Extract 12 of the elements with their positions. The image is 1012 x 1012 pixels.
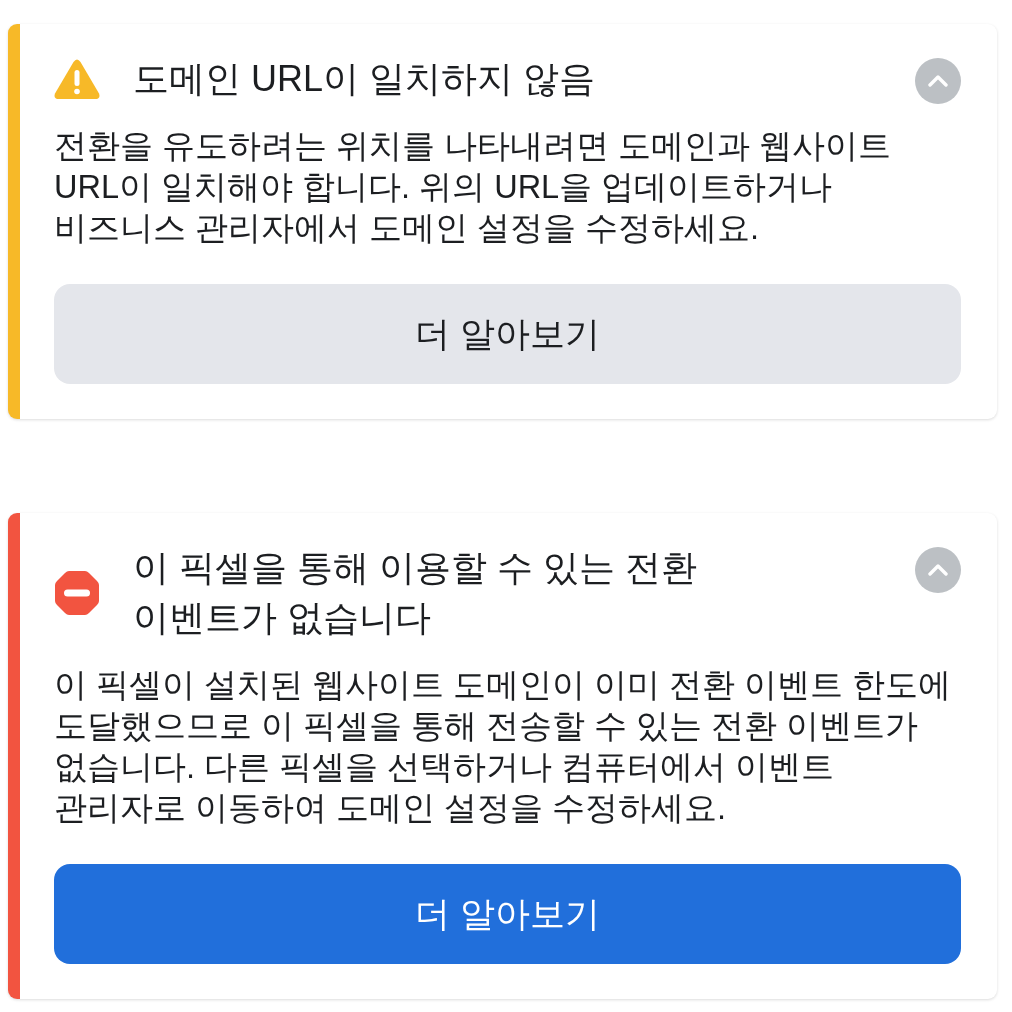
chevron-icon: [928, 564, 948, 576]
stop-icon: [54, 570, 100, 616]
chevron-icon: [928, 75, 948, 87]
alert-title: 이 픽셀을 통해 이용할 수 있는 전환 이벤트가 없습니다: [133, 546, 698, 640]
learn-more-button[interactable]: 더 알아보기: [54, 864, 961, 964]
collapse-button[interactable]: [915, 58, 961, 104]
warning-icon: [54, 59, 100, 99]
learn-more-button[interactable]: 더 알아보기: [54, 284, 961, 384]
collapse-button[interactable]: [915, 547, 961, 593]
alert-message: 이 픽셀이 설치된 웹사이트 도메인이 이미 전환 이벤트 한도에 도달했으므로 이 픽셀을 통해 전송할 수 있는 전환 이벤트가 없습니다. 다른 픽셀을 선택하거나 컴퓨터에서 이벤트 관리자로 이동하여 도메인 설정을 수정하세요.: [54, 666, 953, 828]
alert-message: 전환을 유도하려는 위치를 나타내려면 도메인과 웹사이트 URL이 일치해야 합니다. 위의 URL을 업데이트하거나 비즈니스 관리자에서 도메인 설정을 수정하세요.: [54, 127, 893, 248]
alert-title: 도메인 URL이 일치하지 않음: [133, 57, 597, 101]
